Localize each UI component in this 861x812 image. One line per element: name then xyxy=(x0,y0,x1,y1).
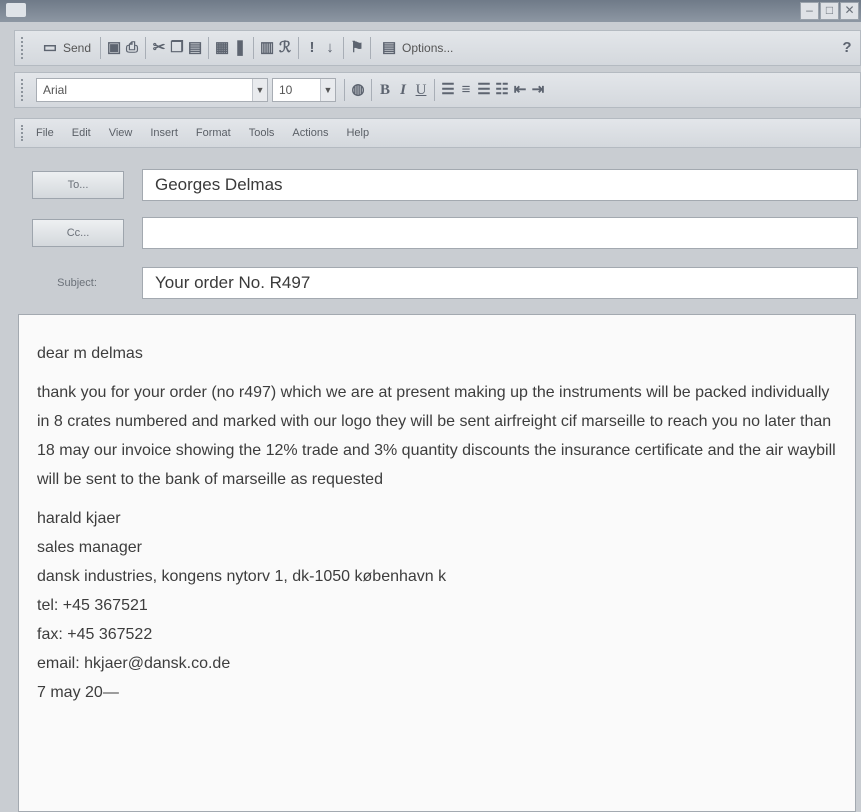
align-left-icon[interactable]: ☰ xyxy=(439,81,457,99)
formatting-toolbar: Arial ▼ 10 ▼ ◍ B I U ☰ ≡ ☰ ☷ ⇤ ⇥ xyxy=(14,72,861,108)
chevron-down-icon[interactable]: ▼ xyxy=(252,79,267,101)
paste-icon[interactable]: ▤ xyxy=(186,39,204,57)
send-icon: ▭ xyxy=(42,39,58,56)
menu-tools[interactable]: Tools xyxy=(249,127,275,139)
bullets-icon[interactable]: ☷ xyxy=(493,81,511,99)
menu-actions[interactable]: Actions xyxy=(292,127,328,139)
align-center-icon[interactable]: ≡ xyxy=(457,81,475,99)
signature-line: fax: +45 367522 xyxy=(37,626,153,643)
to-button[interactable]: To... xyxy=(32,171,124,199)
chevron-down-icon[interactable]: ▼ xyxy=(320,79,335,101)
minimize-icon[interactable]: – xyxy=(800,2,819,20)
menu-help[interactable]: Help xyxy=(346,127,369,139)
to-field[interactable]: Georges Delmas xyxy=(142,169,858,201)
menu-view[interactable]: View xyxy=(109,127,133,139)
menu-edit[interactable]: Edit xyxy=(72,127,91,139)
signature-line: dansk industries, kongens nytorv 1, dk-1… xyxy=(37,568,447,585)
flag-icon[interactable]: ⚑ xyxy=(348,39,366,57)
signature-block: harald kjaer sales manager dansk industrie… xyxy=(37,504,837,707)
save-icon[interactable]: ▣ xyxy=(105,39,123,57)
menu-insert[interactable]: Insert xyxy=(150,127,178,139)
increase-indent-icon[interactable]: ⇥ xyxy=(529,81,547,99)
message-body[interactable]: dear m delmas thank you for your order (… xyxy=(18,314,856,812)
window-titlebar: – □ ✕ xyxy=(0,0,861,22)
decrease-indent-icon[interactable]: ⇤ xyxy=(511,81,529,99)
help-icon[interactable]: ? xyxy=(838,39,856,57)
italic-button[interactable]: I xyxy=(394,81,412,99)
menu-file[interactable]: File xyxy=(36,127,54,139)
print-icon[interactable]: ⎙ xyxy=(123,39,141,57)
options-icon: ▤ xyxy=(381,39,397,56)
low-importance-icon[interactable]: ↓ xyxy=(321,39,339,57)
window-controls: – □ ✕ xyxy=(800,2,859,20)
attach-icon[interactable]: ❚ xyxy=(231,39,249,57)
options-button[interactable]: ▤ Options... xyxy=(375,35,458,61)
signature-line: sales manager xyxy=(37,539,142,556)
bold-button[interactable]: B xyxy=(376,81,394,99)
toolbar-grip[interactable] xyxy=(21,37,28,59)
menu-bar: File Edit View Insert Format Tools Actions Help xyxy=(14,118,861,148)
cc-row: Cc... xyxy=(14,213,861,253)
cut-icon[interactable]: ✂ xyxy=(150,39,168,57)
signature-line: 7 may 20— xyxy=(37,684,119,701)
font-color-icon[interactable]: ◍ xyxy=(349,81,367,99)
toolbar-grip[interactable] xyxy=(21,79,28,101)
copy-icon[interactable]: ❐ xyxy=(168,39,186,57)
toolbar-grip[interactable] xyxy=(21,125,28,141)
signature-line: harald kjaer xyxy=(37,510,121,527)
menu-format[interactable]: Format xyxy=(196,127,231,139)
standard-toolbar: ▭ Send ▣ ⎙ ✂ ❐ ▤ ▦ ❚ ▥ ℛ ! ↓ ⚑ ▤ Options… xyxy=(14,30,861,66)
insert-file-icon[interactable]: ▦ xyxy=(213,39,231,57)
underline-button[interactable]: U xyxy=(412,81,430,99)
subject-label: Subject: xyxy=(57,277,97,289)
font-name-select[interactable]: Arial ▼ xyxy=(36,78,268,102)
font-size-select[interactable]: 10 ▼ xyxy=(272,78,336,102)
close-icon[interactable]: ✕ xyxy=(840,2,859,20)
signature-line: tel: +45 367521 xyxy=(37,597,148,614)
maximize-icon[interactable]: □ xyxy=(820,2,839,20)
send-button[interactable]: ▭ Send xyxy=(36,35,96,61)
address-book-icon[interactable]: ▥ xyxy=(258,39,276,57)
to-row: To... Georges Delmas xyxy=(14,165,861,205)
check-names-icon[interactable]: ℛ xyxy=(276,39,294,57)
subject-field[interactable]: Your order No. R497 xyxy=(142,267,858,299)
message-paragraph: thank you for your order (no r497) which… xyxy=(37,384,836,488)
signature-line: email: hkjaer@dansk.co.de xyxy=(37,655,231,672)
mail-icon xyxy=(6,3,26,17)
align-right-icon[interactable]: ☰ xyxy=(475,81,493,99)
subject-row: Subject: Your order No. R497 xyxy=(14,263,861,303)
cc-button[interactable]: Cc... xyxy=(32,219,124,247)
cc-field[interactable] xyxy=(142,217,858,249)
message-greeting: dear m delmas xyxy=(37,345,143,362)
high-importance-icon[interactable]: ! xyxy=(303,39,321,57)
